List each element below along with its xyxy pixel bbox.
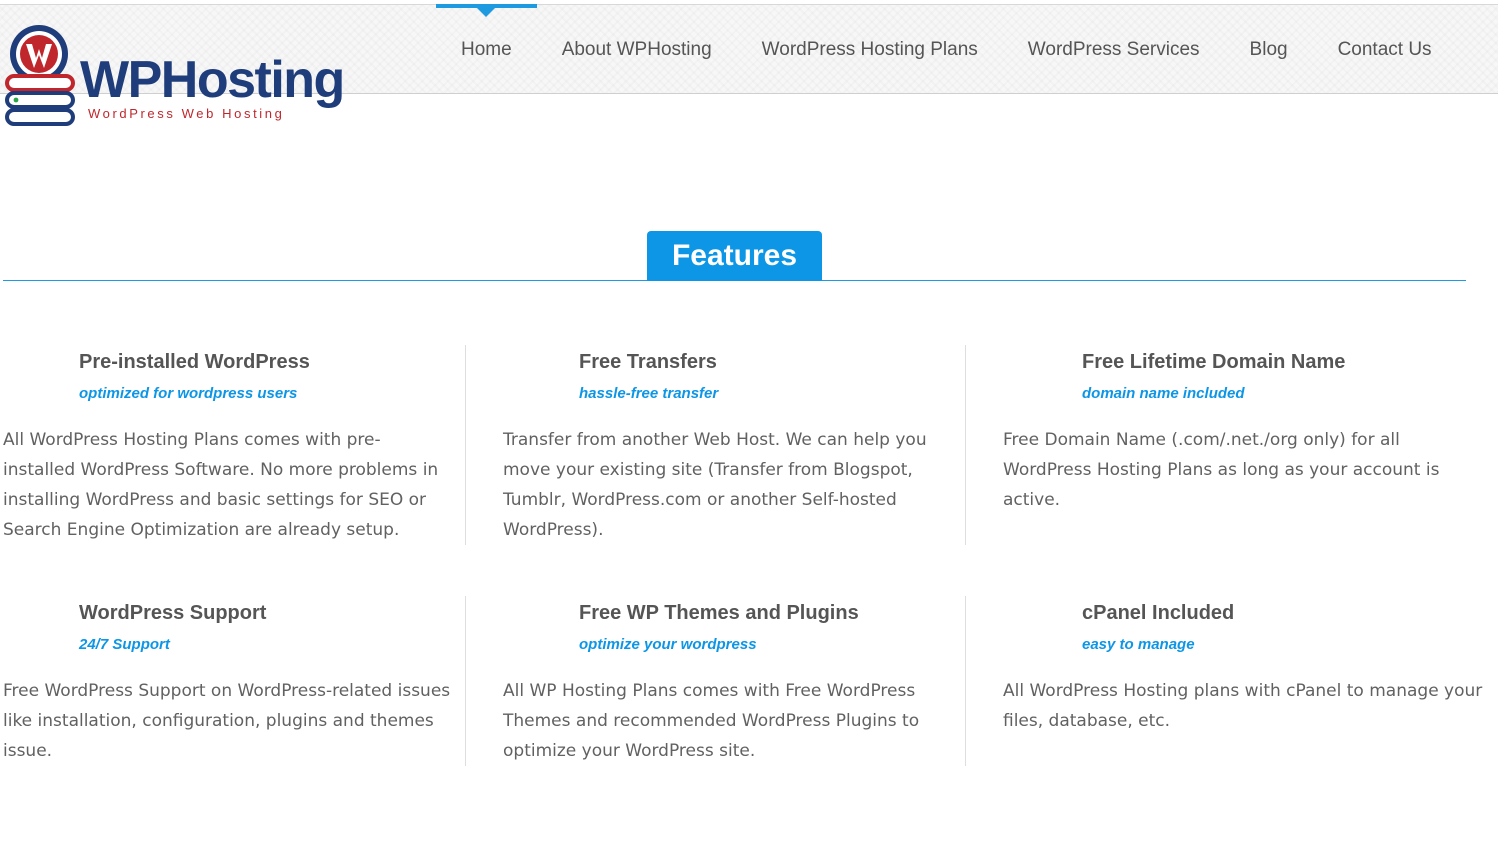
feature-title: Free Lifetime Domain Name [1082, 351, 1346, 373]
feature-subtitle: domain name included [1082, 385, 1245, 402]
nav-hosting-plans-label: WordPress Hosting Plans [761, 39, 978, 60]
feature-subtitle: hassle-free transfer [579, 385, 719, 402]
logo-tagline: WordPress Web Hosting [88, 106, 285, 121]
feature-subtitle: optimized for wordpress users [79, 385, 298, 402]
column-divider [465, 345, 466, 545]
nav-blog-label: Blog [1249, 39, 1288, 60]
nav-about-label: About WPHosting [561, 39, 712, 60]
feature-title: Free WP Themes and Plugins [579, 602, 859, 624]
feature-description: Free WordPress Support on WordPress-rela… [3, 681, 451, 761]
feature-title: Free Transfers [579, 351, 717, 373]
feature-title: Pre-installed WordPress [79, 351, 310, 373]
nav-about[interactable]: About WPHosting [537, 4, 737, 94]
column-divider [965, 345, 966, 545]
nav-contact-label: Contact Us [1337, 39, 1432, 60]
feature-subtitle: 24/7 Support [79, 636, 170, 653]
feature-title: WordPress Support [79, 602, 267, 624]
wordpress-logo-icon [5, 25, 75, 126]
nav-services[interactable]: WordPress Services [1003, 4, 1225, 94]
logo-wordmark: WPHosting [80, 51, 345, 109]
feature-description: All WordPress Hosting plans with cPanel … [1003, 681, 1483, 731]
column-divider [465, 596, 466, 766]
nav-services-label: WordPress Services [1027, 39, 1200, 60]
feature-description: All WP Hosting Plans comes with Free Wor… [503, 681, 920, 761]
feature-description: All WordPress Hosting Plans comes with p… [3, 430, 439, 540]
main-nav: Home About WPHosting WordPress Hosting P… [436, 4, 1457, 94]
nav-home-label: Home [461, 39, 512, 60]
nav-contact[interactable]: Contact Us [1313, 4, 1457, 94]
feature-description: Free Domain Name (.com/.net./org only) f… [1003, 430, 1440, 510]
feature-title: cPanel Included [1082, 602, 1235, 624]
site-logo[interactable]: WPHosting WordPress Web Hosting [4, 24, 345, 130]
section-title: Features [647, 231, 822, 281]
feature-subtitle: optimize your wordpress [579, 636, 757, 653]
feature-subtitle: easy to manage [1082, 636, 1195, 653]
nav-home[interactable]: Home [436, 4, 537, 94]
nav-hosting-plans[interactable]: WordPress Hosting Plans [737, 4, 1003, 94]
column-divider [965, 596, 966, 766]
feature-description: Transfer from another Web Host. We can h… [503, 430, 927, 540]
nav-blog[interactable]: Blog [1225, 4, 1313, 94]
